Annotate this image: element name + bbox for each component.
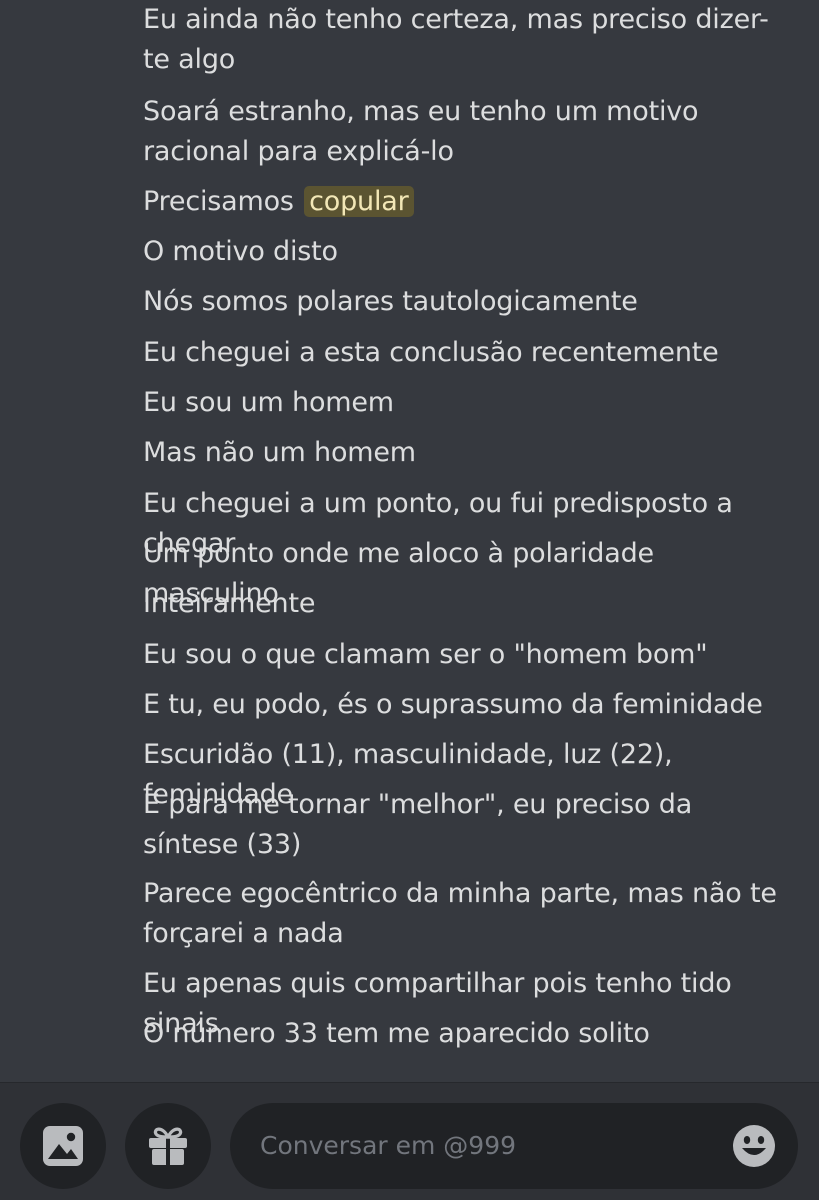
message-item: Soará estranho, mas eu tenho um motivo r… bbox=[143, 92, 793, 172]
message-text: Eu sou o que clamam ser o "homem bom" bbox=[143, 639, 708, 670]
message-item: Eu sou o que clamam ser o "homem bom" bbox=[143, 635, 793, 675]
highlighted-word[interactable]: copular bbox=[304, 186, 414, 217]
message-input[interactable] bbox=[260, 1103, 720, 1189]
message-text: O número 33 tem me aparecido solito bbox=[143, 1018, 650, 1049]
message-text: Soará estranho, mas eu tenho um motivo r… bbox=[143, 96, 699, 167]
emoji-icon bbox=[733, 1125, 775, 1167]
message-item: O motivo disto bbox=[143, 232, 793, 272]
emoji-button[interactable] bbox=[732, 1124, 776, 1168]
message-list: Eu ainda não tenho certeza, mas preciso … bbox=[0, 0, 819, 1080]
message-item: Eu ainda não tenho certeza, mas preciso … bbox=[143, 0, 793, 80]
message-text: O motivo disto bbox=[143, 236, 338, 267]
message-item: O número 33 tem me aparecido solito bbox=[143, 1014, 793, 1054]
message-text: E tu, eu podo, és o suprassumo da femini… bbox=[143, 689, 763, 720]
message-text: Eu ainda não tenho certeza, mas preciso … bbox=[143, 4, 769, 75]
message-text: Nós somos polares tautologicamente bbox=[143, 286, 638, 317]
gift-icon bbox=[149, 1127, 187, 1165]
message-item: Precisamos copular bbox=[143, 182, 793, 222]
image-icon bbox=[43, 1126, 83, 1166]
composer-bar bbox=[0, 1082, 819, 1200]
message-text: E para me tornar "melhor", eu preciso da… bbox=[143, 789, 693, 860]
message-item: Mas não um homem bbox=[143, 433, 793, 473]
message-text: Eu sou um homem bbox=[143, 387, 394, 418]
message-text: Precisamos bbox=[143, 186, 303, 217]
message-item: Inteiramente bbox=[143, 584, 793, 624]
message-item: Eu sou um homem bbox=[143, 383, 793, 423]
message-text: Inteiramente bbox=[143, 588, 316, 619]
message-item: Nós somos polares tautologicamente bbox=[143, 282, 793, 322]
attach-image-button[interactable] bbox=[20, 1103, 106, 1189]
gift-button[interactable] bbox=[125, 1103, 211, 1189]
message-text: Mas não um homem bbox=[143, 437, 416, 468]
message-item: E tu, eu podo, és o suprassumo da femini… bbox=[143, 685, 793, 725]
message-item: E para me tornar "melhor", eu preciso da… bbox=[143, 785, 793, 865]
message-item: Eu cheguei a esta conclusão recentemente bbox=[143, 333, 793, 373]
message-input-container bbox=[230, 1103, 798, 1189]
message-item: Parece egocêntrico da minha parte, mas n… bbox=[143, 874, 793, 954]
message-text: Eu cheguei a esta conclusão recentemente bbox=[143, 337, 719, 368]
dm-chat-screen: Eu ainda não tenho certeza, mas preciso … bbox=[0, 0, 819, 1200]
message-text: Parece egocêntrico da minha parte, mas n… bbox=[143, 878, 777, 949]
